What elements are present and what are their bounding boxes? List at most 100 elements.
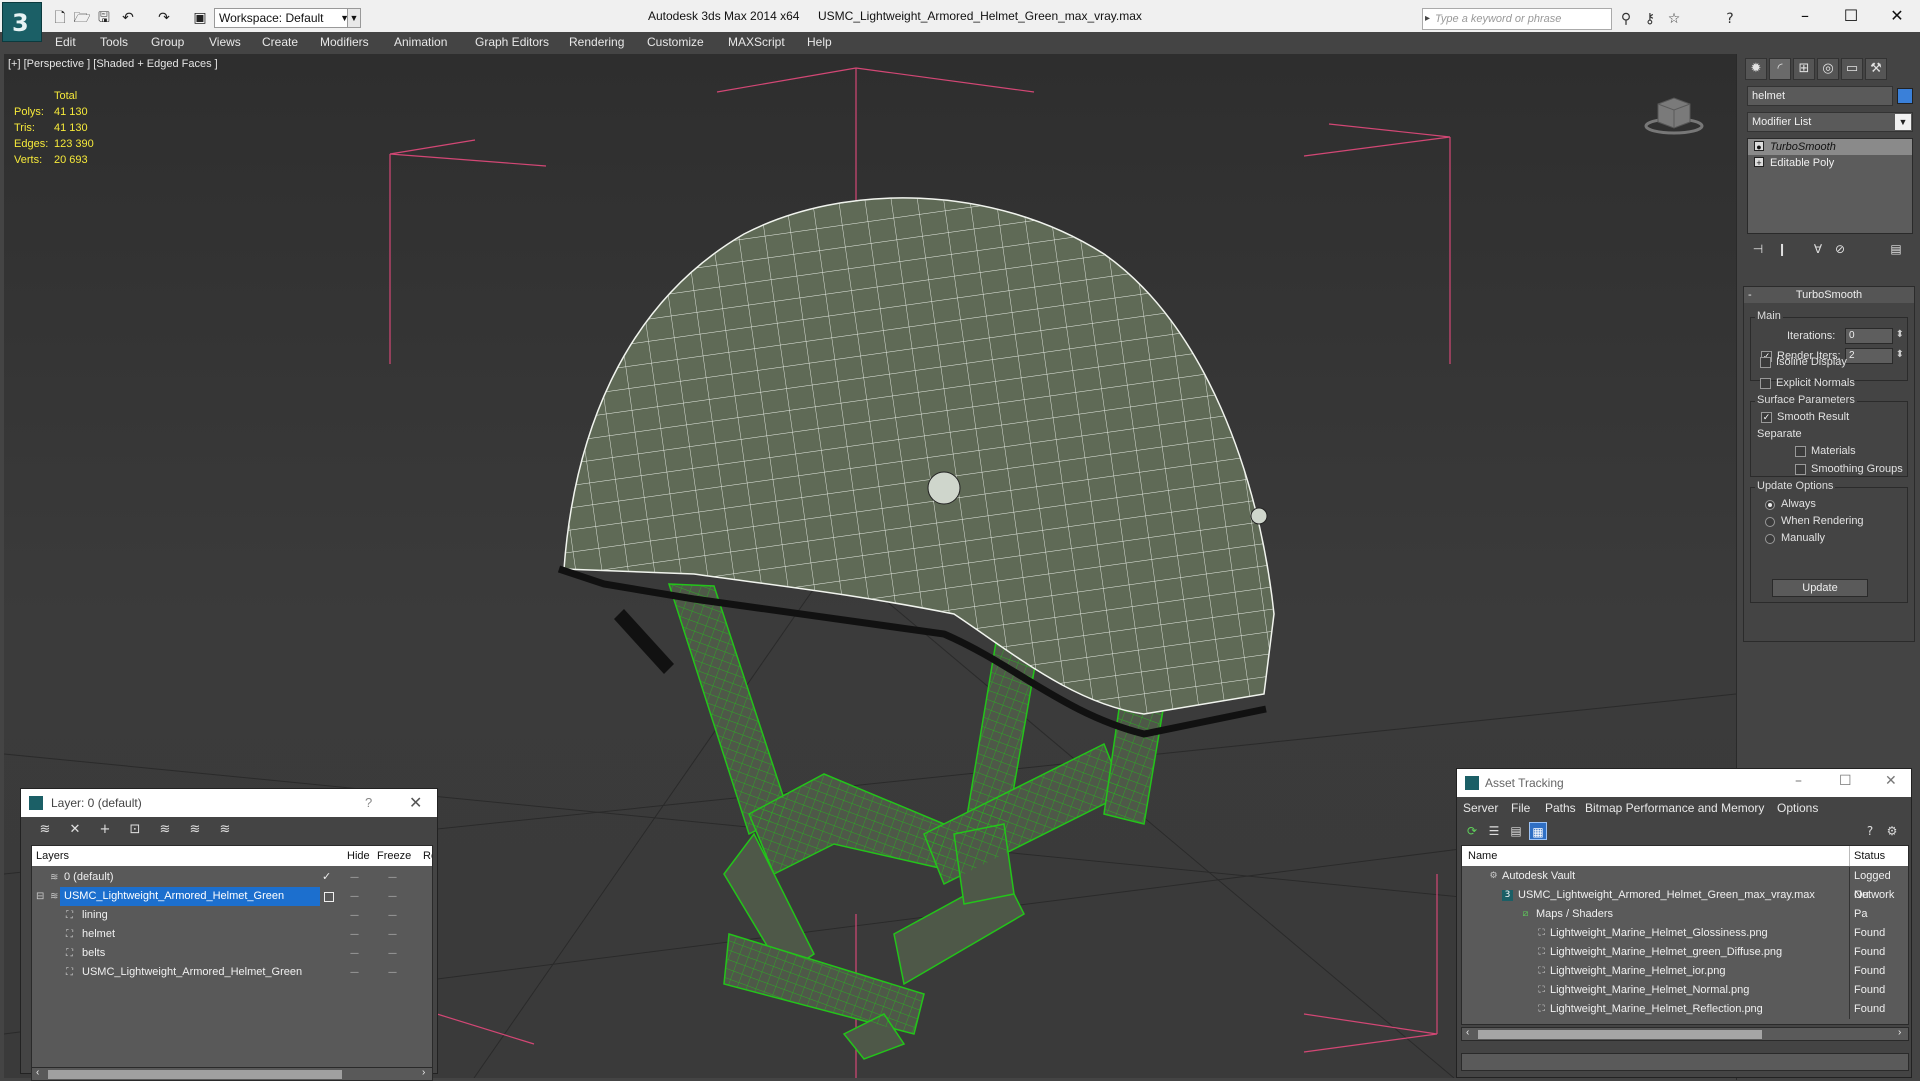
menu-graph-editors[interactable]: Graph Editors	[475, 35, 549, 49]
highlight-layer-icon[interactable]: ≋	[155, 821, 175, 839]
help-icon[interactable]: ?	[1861, 822, 1879, 840]
update-button[interactable]: Update	[1772, 579, 1868, 597]
refresh-icon[interactable]: ⟳	[1463, 822, 1481, 840]
menu-paths[interactable]: Paths	[1545, 801, 1576, 815]
freeze-toggle[interactable]: ----	[388, 944, 397, 963]
materials-checkbox[interactable]	[1795, 446, 1806, 457]
menu-customize[interactable]: Customize	[647, 35, 704, 49]
iterations-spinner[interactable]: 0	[1845, 328, 1904, 344]
asset-row[interactable]: ⛶ Lightweight_Marine_Helmet_Normal.png F…	[1462, 981, 1908, 1000]
layer-row[interactable]: ⛶ belts ---- ----	[32, 944, 432, 963]
expand-plus-icon[interactable]: +	[1754, 157, 1764, 168]
hide-toggle[interactable]: ----	[350, 906, 359, 925]
modify-icon[interactable]: ◜	[1769, 58, 1791, 80]
menu-modifiers[interactable]: Modifiers	[320, 35, 369, 49]
menu-create[interactable]: Create	[262, 35, 298, 49]
settings-icon[interactable]: ⚙	[1883, 822, 1901, 840]
display-icon[interactable]: ▭	[1841, 58, 1863, 80]
menu-edit[interactable]: Edit	[55, 35, 76, 49]
horizontal-scrollbar[interactable]: ‹ ›	[1461, 1027, 1909, 1041]
explicit-normals-checkbox[interactable]	[1760, 378, 1771, 389]
active-layer-check-icon[interactable]: ✓	[322, 868, 331, 887]
freeze-toggle[interactable]: ----	[388, 963, 397, 982]
delete-layer-icon[interactable]: ✕	[65, 821, 85, 839]
object-color-swatch[interactable]	[1897, 88, 1913, 104]
asset-row[interactable]: 3 USMC_Lightweight_Armored_Helmet_Green_…	[1462, 886, 1908, 920]
hierarchy-icon[interactable]: ⊞	[1793, 58, 1815, 80]
list-view-icon[interactable]: ☰	[1485, 822, 1503, 840]
current-layer-box[interactable]	[324, 892, 334, 902]
viewport-label[interactable]: [+] [Perspective ] [Shaded + Edged Faces…	[8, 58, 218, 70]
undo-icon[interactable]: ↶	[118, 9, 138, 27]
collapse-minus-icon[interactable]: ⊟	[36, 887, 44, 906]
menu-rendering[interactable]: Rendering	[569, 35, 624, 49]
asset-path-field[interactable]	[1461, 1053, 1909, 1071]
menu-options[interactable]: Options	[1777, 801, 1818, 815]
menu-help[interactable]: Help	[807, 35, 832, 49]
menu-server[interactable]: Server	[1463, 801, 1498, 815]
menu-animation[interactable]: Animation	[394, 35, 447, 49]
minimize-icon[interactable]: –	[1782, 4, 1828, 28]
menu-views[interactable]: Views	[209, 35, 241, 49]
menu-group[interactable]: Group	[151, 35, 184, 49]
create-icon[interactable]: ✹	[1745, 58, 1767, 80]
always-radio[interactable]	[1765, 500, 1775, 510]
add-to-layer-icon[interactable]: +	[95, 821, 115, 839]
object-name-field[interactable]: helmet	[1747, 86, 1893, 106]
minimize-icon[interactable]: –	[1795, 773, 1802, 789]
menu-tools[interactable]: Tools	[100, 35, 128, 49]
smooth-result-checkbox[interactable]: ✓	[1761, 412, 1772, 423]
star-icon[interactable]: ☆	[1664, 10, 1684, 28]
close-icon[interactable]: ✕	[409, 793, 422, 812]
render-iters-spinner[interactable]: 2	[1845, 348, 1904, 364]
asset-window-titlebar[interactable]: Asset Tracking – ☐ ✕	[1457, 769, 1911, 797]
utilities-icon[interactable]: ⚒	[1865, 58, 1887, 80]
binoculars-icon[interactable]: ⚲	[1616, 10, 1636, 28]
help-icon[interactable]: ?	[365, 795, 372, 810]
freeze-toggle[interactable]: ----	[388, 887, 397, 906]
stack-item-turbosmooth[interactable]: ● TurboSmooth	[1748, 139, 1912, 155]
column-layers[interactable]: Layers	[36, 850, 69, 862]
asset-row[interactable]: ⧄ Maps / Shaders	[1462, 905, 1908, 924]
pin-stack-icon[interactable]: ⊣	[1749, 240, 1767, 258]
scrollbar-thumb[interactable]	[48, 1070, 342, 1079]
stack-item-editable-poly[interactable]: + Editable Poly	[1748, 155, 1912, 171]
search-input[interactable]: Type a keyword or phrase	[1422, 8, 1612, 30]
project-folder-icon[interactable]: ▣	[190, 9, 210, 27]
rollout-header[interactable]: - TurboSmooth	[1744, 287, 1914, 303]
hide-toggle[interactable]: ----	[350, 963, 359, 982]
configure-sets-icon[interactable]: ▤	[1887, 240, 1905, 258]
menu-maxscript[interactable]: MAXScript	[728, 35, 785, 49]
select-in-layer-icon[interactable]: ⊡	[125, 821, 145, 839]
maximize-icon[interactable]: ☐	[1839, 773, 1852, 789]
new-file-icon[interactable]: 🗋	[50, 9, 70, 27]
table-view-icon[interactable]: ▤	[1507, 822, 1525, 840]
save-icon[interactable]: 🖫	[94, 9, 114, 27]
asset-row[interactable]: ⛶ Lightweight_Marine_Helmet_green_Diffus…	[1462, 943, 1908, 962]
scroll-right-icon[interactable]: ›	[1898, 1027, 1901, 1038]
maximize-icon[interactable]: ☐	[1828, 4, 1874, 28]
scroll-left-icon[interactable]: ‹	[36, 1067, 39, 1078]
remove-modifier-icon[interactable]: ⊘	[1831, 240, 1849, 258]
column-name[interactable]: Name	[1468, 850, 1497, 862]
3ds-max-logo-icon[interactable]: 3	[2, 2, 42, 42]
layer-row[interactable]: ⊟ ≋ USMC_Lightweight_Armored_Helmet_Gree…	[32, 887, 432, 906]
menu-file[interactable]: File	[1511, 801, 1530, 815]
grid-view-icon[interactable]: ▦	[1529, 822, 1547, 840]
layer-row[interactable]: ⛶ lining ---- ----	[32, 906, 432, 925]
asset-row[interactable]: ⛶ Lightweight_Marine_Helmet_Glossiness.p…	[1462, 924, 1908, 943]
workspace-menu-button[interactable]: ▼	[347, 8, 361, 28]
key-icon[interactable]: ⚷	[1640, 10, 1660, 28]
hide-toggle[interactable]: ----	[350, 944, 359, 963]
hide-toggle[interactable]: ----	[350, 887, 359, 906]
horizontal-scrollbar[interactable]: ‹ ›	[31, 1067, 433, 1081]
freeze-toggle[interactable]: ----	[388, 906, 397, 925]
asset-row[interactable]: ⛶ Lightweight_Marine_Helmet_ior.png Foun…	[1462, 962, 1908, 981]
asset-row[interactable]: ⛶ Lightweight_Marine_Helmet_Reflection.p…	[1462, 1000, 1908, 1019]
column-render[interactable]: Re	[423, 850, 432, 862]
manually-radio[interactable]	[1765, 534, 1775, 544]
open-file-icon[interactable]: 🗁	[72, 9, 92, 27]
scrollbar-thumb[interactable]	[1478, 1030, 1762, 1039]
hide-all-icon[interactable]: ≋	[185, 821, 205, 839]
hide-toggle[interactable]: ----	[350, 925, 359, 944]
